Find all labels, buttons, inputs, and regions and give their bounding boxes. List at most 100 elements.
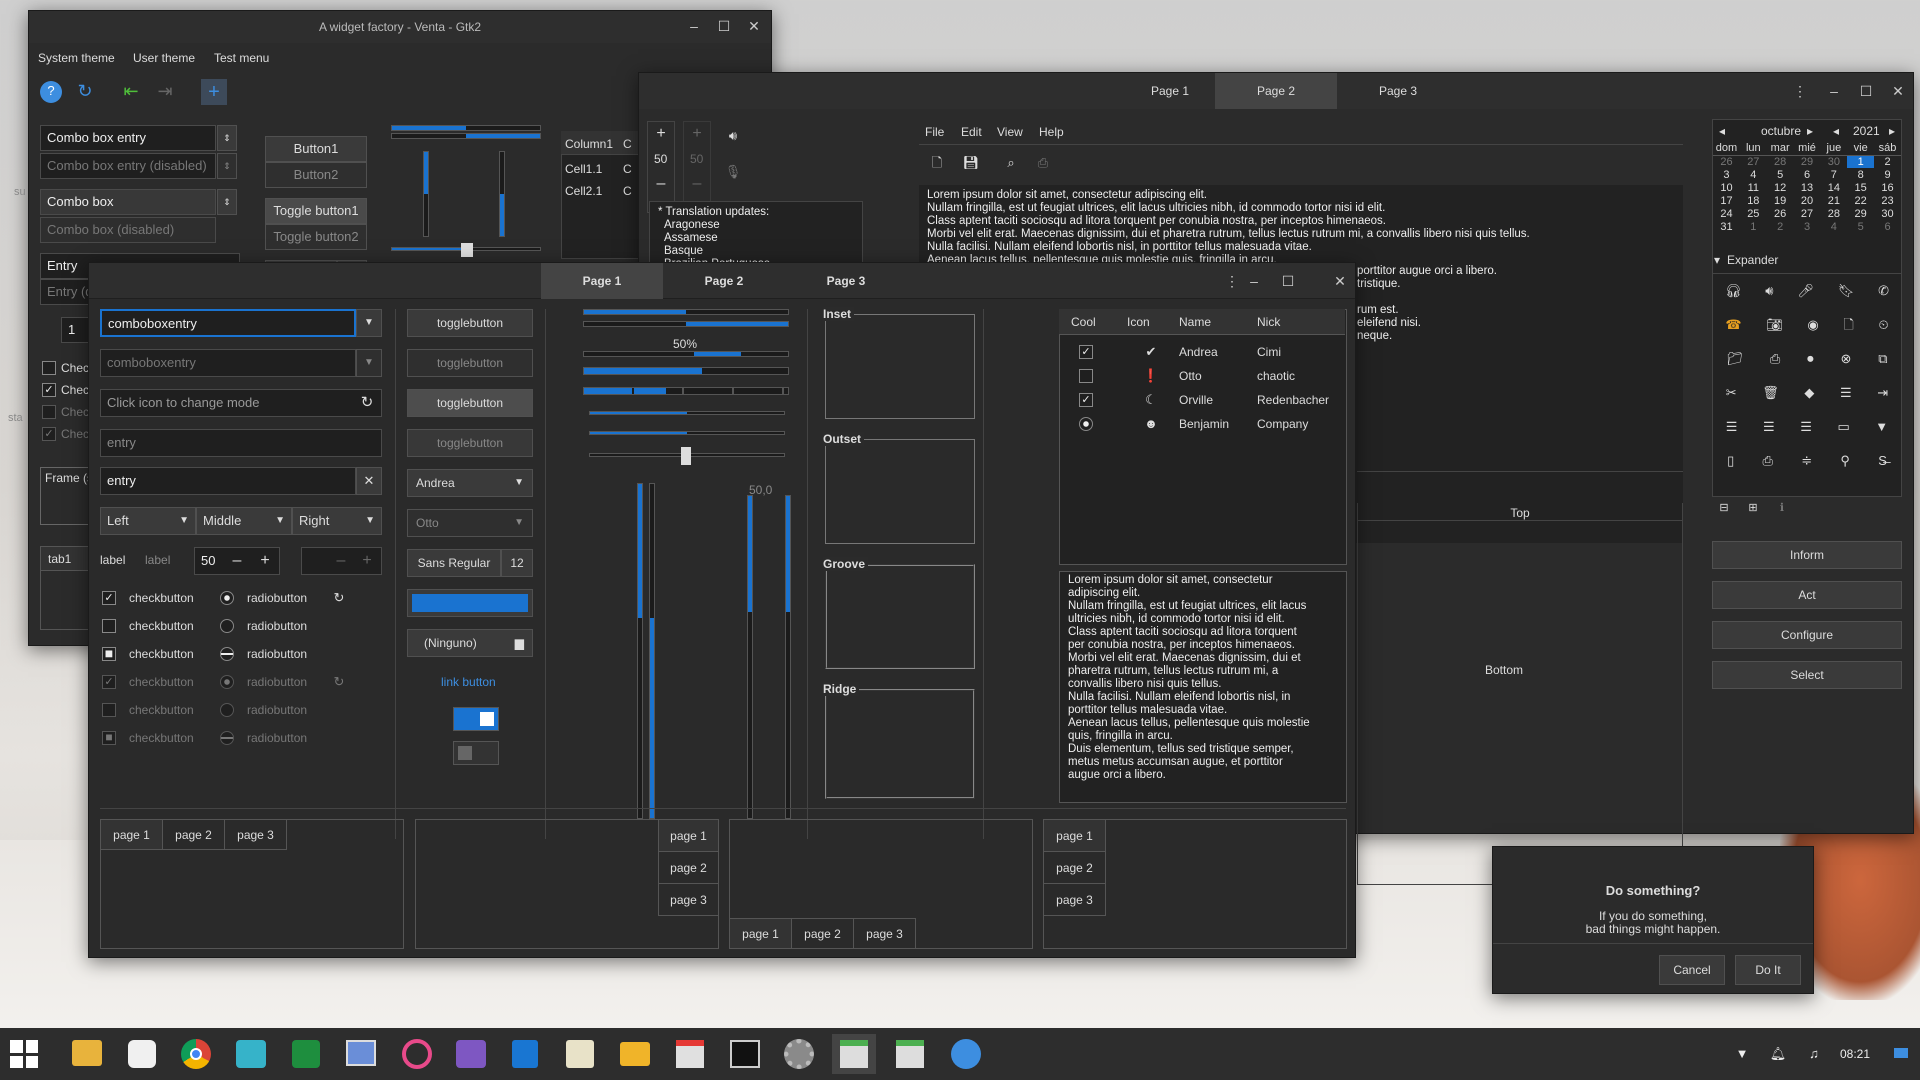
menu-test-menu[interactable]: Test menu — [214, 51, 269, 65]
go-first-icon[interactable]: ⇤ — [121, 81, 141, 101]
clear-icon[interactable]: ✕ — [356, 467, 382, 495]
minimize-icon[interactable]: – — [679, 11, 709, 41]
phone-device-icon[interactable]: ▯ — [1727, 444, 1734, 478]
cut-icon[interactable]: ✂ — [1726, 376, 1737, 410]
scale[interactable] — [589, 411, 785, 415]
day[interactable]: 2 — [1767, 220, 1794, 233]
indent-icon[interactable]: ⇥ — [1877, 376, 1888, 410]
spin-value[interactable]: 50 — [654, 152, 667, 166]
expander-label[interactable]: Expander — [1727, 253, 1778, 267]
refresh-icon[interactable]: ↻ — [75, 81, 95, 101]
day[interactable]: 27 — [1740, 155, 1767, 168]
camera-app-icon[interactable] — [236, 1040, 266, 1068]
checkbox[interactable] — [102, 619, 116, 633]
about-icon[interactable]: ? — [40, 81, 62, 103]
day[interactable]: 24 — [1713, 207, 1740, 220]
tab-page3[interactable]: page 3 — [1044, 884, 1106, 916]
minimize-icon[interactable]: – — [1239, 266, 1269, 296]
contacts-icon[interactable] — [512, 1040, 538, 1068]
tab-page2[interactable]: Page 2 — [663, 263, 785, 299]
cool-radio-selected[interactable] — [1079, 417, 1093, 431]
day[interactable]: 27 — [1794, 207, 1821, 220]
column-header-nick[interactable]: Nick — [1257, 315, 1280, 329]
vertical-scale[interactable] — [747, 495, 753, 819]
font-size[interactable]: 12 — [501, 549, 533, 577]
mail-icon[interactable] — [620, 1042, 650, 1066]
save-icon[interactable]: 💾︎ — [961, 153, 981, 173]
day[interactable]: 22 — [1847, 194, 1874, 207]
new-document-icon[interactable]: 🗋 — [927, 153, 947, 173]
music-icon[interactable]: ♫ — [1804, 1044, 1824, 1064]
day[interactable]: 28 — [1820, 207, 1847, 220]
close-icon[interactable]: ✕ — [1325, 266, 1355, 296]
day[interactable]: 6 — [1794, 168, 1821, 181]
cell[interactable]: Cell1.1 — [565, 162, 602, 176]
day[interactable]: 30 — [1874, 207, 1901, 220]
stop-icon[interactable]: ⊗ — [1840, 342, 1851, 376]
day[interactable]: 3 — [1794, 220, 1821, 233]
widget-factory-icon[interactable] — [896, 1040, 924, 1068]
terminal-icon[interactable] — [730, 1040, 760, 1068]
do-it-button[interactable]: Do It — [1735, 955, 1801, 985]
tab-page3[interactable]: page 3 — [225, 820, 287, 850]
menu-edit[interactable]: Edit — [961, 125, 982, 139]
print-preview-icon[interactable]: ⎙ — [1763, 444, 1773, 478]
document-add-icon[interactable]: 🗋 — [1843, 308, 1853, 342]
microphone-icon[interactable]: 🎤︎ — [1797, 274, 1814, 308]
delete-icon[interactable]: 🗑︎ — [1762, 376, 1779, 410]
day[interactable]: 30 — [1820, 155, 1847, 168]
microphone-icon[interactable]: 🎙︎ — [723, 162, 743, 182]
tree-nick[interactable]: Redenbacher — [1257, 393, 1329, 407]
chrome-icon[interactable] — [181, 1039, 211, 1069]
day[interactable]: 13 — [1794, 181, 1821, 194]
tree-name[interactable]: Orville — [1179, 393, 1213, 407]
tab-page3[interactable]: Page 3 — [785, 263, 907, 299]
phone-icon[interactable]: ✆ — [1878, 274, 1889, 308]
radio[interactable] — [220, 619, 234, 633]
entry-clearable[interactable]: entry — [100, 467, 356, 495]
plus-icon[interactable]: + — [651, 124, 671, 144]
column-header-cool[interactable]: Cool — [1071, 315, 1096, 329]
list-item[interactable]: Aragonese — [664, 219, 720, 232]
maximize-icon[interactable]: ☐ — [1271, 266, 1305, 296]
diamond-icon[interactable]: ◆ — [1804, 376, 1814, 410]
align-left-combo[interactable]: Left ▼ — [100, 507, 196, 535]
combo-box[interactable]: Combo box — [40, 189, 216, 215]
list-item[interactable]: Basque — [664, 245, 703, 258]
day[interactable]: 10 — [1713, 181, 1740, 194]
scale[interactable] — [589, 431, 785, 435]
text-view[interactable]: Lorem ipsum dolor sit amet, consectetur … — [1059, 571, 1347, 803]
column-header[interactable]: C — [623, 137, 632, 151]
prev-year-icon[interactable]: ◂ — [1833, 124, 1839, 138]
close-icon[interactable]: ✕ — [1883, 76, 1913, 106]
day[interactable]: 20 — [1794, 194, 1821, 207]
tab-page1[interactable]: page 1 — [658, 820, 718, 852]
next-month-icon[interactable]: ▸ — [1807, 124, 1813, 138]
day[interactable]: 6 — [1874, 220, 1901, 233]
camera-icon[interactable]: 📷︎ — [1766, 308, 1783, 342]
prev-month-icon[interactable]: ◂ — [1719, 124, 1725, 138]
toggle-button[interactable]: togglebutton — [407, 309, 533, 337]
maximize-icon[interactable]: ☐ — [709, 11, 739, 41]
strikethrough-icon[interactable]: S̶ — [1878, 444, 1887, 478]
vertical-scale[interactable] — [785, 495, 791, 819]
combo-arrows-icon[interactable]: ⇕ — [217, 189, 237, 215]
radio-selected[interactable] — [220, 591, 234, 605]
refresh-icon[interactable]: ↻ — [357, 393, 377, 413]
color-button[interactable] — [407, 589, 533, 617]
tab-page2[interactable]: page 2 — [792, 918, 854, 948]
tab-page3[interactable]: Page 3 — [1337, 73, 1459, 109]
tree-name[interactable]: Andrea — [1179, 345, 1218, 359]
cool-checkbox[interactable] — [1079, 369, 1093, 383]
day[interactable]: 12 — [1767, 181, 1794, 194]
plus-icon[interactable]: + — [255, 551, 275, 571]
day[interactable]: 5 — [1767, 168, 1794, 181]
video-app-icon[interactable] — [456, 1040, 486, 1068]
scale-slider[interactable] — [461, 243, 473, 257]
day[interactable]: 4 — [1820, 220, 1847, 233]
menu-icon[interactable]: ⋮ — [1785, 76, 1815, 106]
spreadsheet-icon[interactable] — [292, 1040, 320, 1068]
tab-page3[interactable]: page 3 — [854, 918, 916, 948]
show-desktop-icon[interactable] — [1894, 1048, 1908, 1058]
day[interactable]: 2 — [1874, 155, 1901, 168]
